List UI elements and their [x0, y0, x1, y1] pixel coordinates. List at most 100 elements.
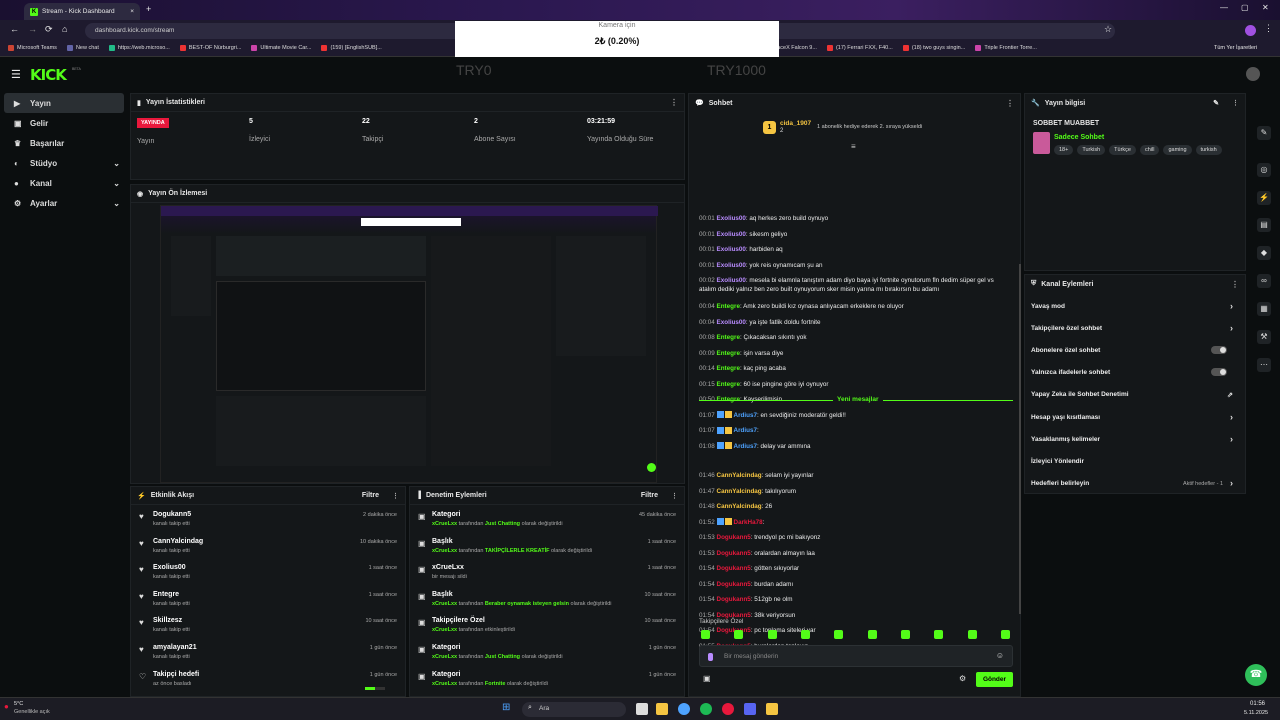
chat-username[interactable]: Entegre: [717, 350, 740, 357]
chat-username[interactable]: Ardius7: [734, 427, 757, 434]
channel-action-item[interactable]: Yalnızca ifadelerle sohbet: [1031, 368, 1239, 377]
chat-username[interactable]: Dogukann5: [717, 565, 751, 572]
chat-username[interactable]: Ardius7: [734, 412, 757, 419]
microphone-icon[interactable]: [708, 653, 713, 661]
chat-username[interactable]: CannYalcindag: [717, 472, 762, 479]
moderator-name[interactable]: xCrueLxx: [432, 654, 457, 660]
chat-input[interactable]: Bir mesaj gönderin ☺: [699, 645, 1013, 667]
chevron-down-icon[interactable]: ⌄: [113, 159, 120, 168]
channel-action-item[interactable]: Yapay Zeka ile Sohbet Denetimi ⇗: [1031, 391, 1239, 399]
chat-bubble-icon[interactable]: ◆: [1257, 246, 1271, 260]
taskbar-search[interactable]: ⌕ Ara: [522, 702, 626, 717]
emote-icon[interactable]: [800, 630, 810, 639]
bookmark-item[interactable]: (18) two guys singin...: [902, 45, 965, 51]
more-icon[interactable]: ⋮: [392, 492, 399, 500]
browser-menu-icon[interactable]: ⋮: [1264, 23, 1273, 34]
bookmark-item[interactable]: https://web.microso...: [108, 45, 170, 51]
file-explorer-icon[interactable]: [656, 703, 668, 715]
camera-icon[interactable]: ◎: [1257, 163, 1271, 177]
chat-username[interactable]: Entegre: [717, 334, 740, 341]
chat-username[interactable]: Dogukann5: [717, 581, 751, 588]
tag-chip[interactable]: 18+: [1054, 145, 1074, 155]
bookmark-item[interactable]: New chat: [66, 45, 99, 51]
sidebar-item-gear[interactable]: ⚙ Ayarlar ⌄: [4, 193, 124, 213]
more-icon[interactable]: ⋮: [670, 98, 678, 107]
more-icon[interactable]: ⋮: [1232, 99, 1239, 107]
bookmark-item[interactable]: Triple Frontier Torre...: [975, 45, 1037, 51]
chat-username[interactable]: Exolius00: [717, 231, 746, 238]
chat-username[interactable]: Entegre: [717, 365, 740, 372]
close-tab-icon[interactable]: ×: [130, 8, 134, 15]
link-icon[interactable]: ∞: [1257, 274, 1271, 288]
edit-icon[interactable]: ✎: [1213, 99, 1219, 107]
emote-icon[interactable]: [967, 630, 977, 639]
emote-icon[interactable]: [900, 630, 910, 639]
activity-name[interactable]: Entegre: [153, 591, 179, 598]
share-icon[interactable]: ⋯: [1257, 358, 1271, 372]
emote-icon[interactable]: [867, 630, 877, 639]
all-bookmarks[interactable]: Tüm Yer İşaretleri: [1214, 45, 1257, 51]
close-window-icon[interactable]: ✕: [1262, 3, 1269, 12]
more-icon[interactable]: ⋮: [671, 492, 678, 500]
chat-username[interactable]: Ardius7: [734, 443, 757, 450]
spotify-icon[interactable]: [700, 703, 712, 715]
tag-chip[interactable]: gaming: [1163, 145, 1192, 155]
chat-username[interactable]: CannYalcindag: [717, 488, 762, 495]
home-icon[interactable]: ⌂: [62, 24, 67, 34]
emote-icon[interactable]: [767, 630, 777, 639]
sidebar-item-user[interactable]: ● Kanal ⌄: [4, 173, 124, 193]
chat-username[interactable]: Exolius00: [717, 262, 746, 269]
profile-avatar[interactable]: [1245, 25, 1256, 36]
bookmark-item[interactable]: (17) Ferrari FXX, F40...: [826, 45, 893, 51]
forward-icon[interactable]: →: [28, 24, 37, 34]
minimize-icon[interactable]: —: [1220, 3, 1228, 12]
chat-username[interactable]: Exolius00: [717, 319, 746, 326]
activity-name[interactable]: amyalayan21: [153, 644, 197, 651]
support-chat-icon[interactable]: ☎: [1245, 664, 1267, 686]
activity-name[interactable]: Skillzesz: [153, 617, 182, 624]
back-icon[interactable]: ←: [10, 24, 19, 34]
chat-username[interactable]: Exolius00: [717, 215, 746, 222]
activity-name[interactable]: Takipçi hedefi: [153, 671, 199, 678]
emote-icon[interactable]: [934, 630, 944, 639]
sidebar-item-palette[interactable]: ◐ Stüdyo ⌄: [4, 153, 124, 173]
chat-username[interactable]: Dogukann5: [717, 534, 751, 541]
channel-action-item[interactable]: Hesap yaşı kısıtlaması ›: [1031, 412, 1239, 422]
maximize-icon[interactable]: ▢: [1241, 3, 1249, 12]
channel-action-item[interactable]: Abonelere özel sohbet: [1031, 346, 1239, 355]
pinned-toggle-icon[interactable]: ≡: [851, 142, 856, 151]
gifter-name[interactable]: cida_1907: [780, 120, 811, 127]
bookmark-item[interactable]: BEST-OF Nürburgri...: [179, 45, 241, 51]
pencil-icon[interactable]: ✎: [1257, 126, 1271, 140]
start-icon[interactable]: ⊞: [502, 702, 510, 713]
chat-settings-icon[interactable]: ⚙: [959, 674, 966, 683]
emoji-icon[interactable]: ☺: [996, 651, 1004, 660]
moderation-filter-button[interactable]: Filtre: [641, 492, 658, 499]
chevron-down-icon[interactable]: ⌄: [113, 179, 120, 188]
chat-scrollbar[interactable]: [1019, 264, 1021, 614]
channel-action-item[interactable]: Hedefleri belirleyin Aktif hedefler - 1 ›: [1031, 478, 1239, 488]
kick-logo[interactable]: KICK: [30, 66, 67, 84]
moderator-name[interactable]: xCrueLxx: [432, 627, 457, 633]
moderator-name[interactable]: xCrueLxx: [432, 681, 457, 687]
chat-username[interactable]: Exolius00: [717, 246, 746, 253]
app-icon[interactable]: [722, 703, 734, 715]
channel-action-item[interactable]: Yavaş mod ›: [1031, 301, 1239, 311]
bolt-icon[interactable]: ⚡: [1257, 191, 1271, 205]
activity-name[interactable]: CannYalcindag: [153, 538, 203, 545]
moderator-name[interactable]: xCrueLxx: [432, 548, 457, 554]
emote-icon[interactable]: [1000, 630, 1010, 639]
tool-icon[interactable]: ⚒: [1257, 330, 1271, 344]
gift-icon[interactable]: ▣: [703, 674, 711, 683]
bookmark-item[interactable]: Microsoft Teams: [8, 45, 57, 51]
bookmark-item[interactable]: (159) [EnglishSUB]...: [321, 45, 382, 51]
chat-username[interactable]: Dogukann5: [717, 550, 751, 557]
bookmark-star-icon[interactable]: ☆: [1104, 24, 1112, 35]
chat-username[interactable]: Entegre: [717, 381, 740, 388]
new-tab-icon[interactable]: +: [146, 4, 151, 14]
server-icon[interactable]: ▦: [1257, 302, 1271, 316]
chat-username[interactable]: Exolius00: [717, 277, 746, 284]
chevron-down-icon[interactable]: ⌄: [113, 199, 120, 208]
category-name[interactable]: Sadece Sohbet: [1054, 134, 1104, 141]
emote-icon[interactable]: [734, 630, 744, 639]
